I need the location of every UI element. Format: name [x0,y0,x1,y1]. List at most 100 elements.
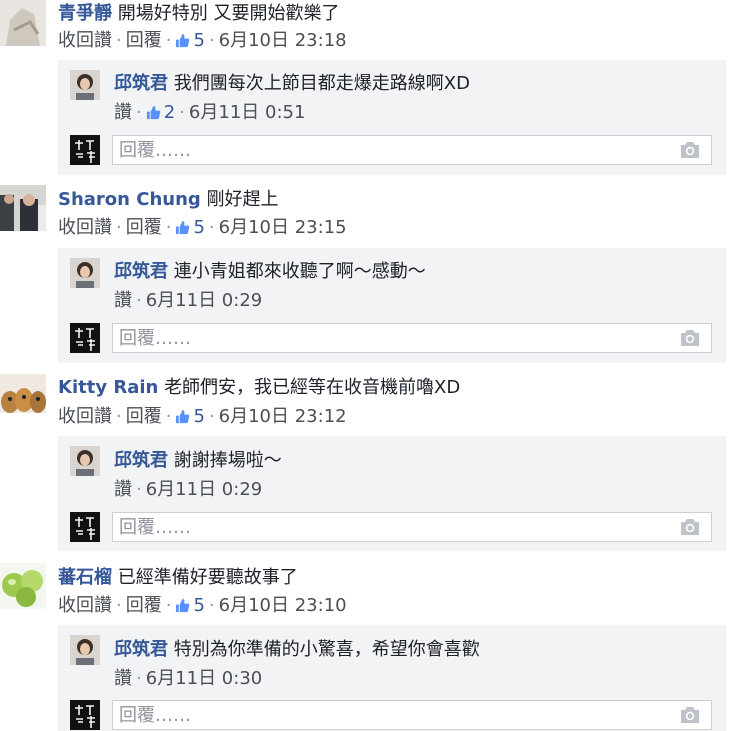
reply-author-avatar[interactable] [70,70,100,100]
comment-text: 開場好特別 又要開始歡樂了 [117,3,340,24]
reply-link[interactable]: 回覆 [126,217,162,238]
comment-text: 剛好趕上 [206,189,279,210]
timestamp[interactable]: 6月10日 23:10 [219,595,347,616]
page-logo-avatar [70,323,100,353]
page-logo-avatar [70,512,100,542]
commenter-avatar[interactable] [0,0,46,46]
reply-input[interactable]: 回覆…… [112,135,712,165]
page-logo-avatar [70,700,100,730]
separator: · [165,595,172,616]
unlike-link[interactable]: 收回讚 [58,406,112,427]
camera-icon[interactable] [679,518,701,536]
separator: · [179,102,185,123]
comment-author[interactable]: Kitty Rain [58,377,158,398]
camera-icon[interactable] [679,329,701,347]
separator: · [116,406,122,427]
like-link[interactable]: 讚 [114,668,132,689]
like-link[interactable]: 讚 [114,102,132,123]
commenter-avatar[interactable] [0,185,46,231]
reply-text: 我們團每次上節目都走爆走路線啊XD [173,73,470,94]
timestamp[interactable]: 6月10日 23:12 [219,406,347,427]
reply-link[interactable]: 回覆 [126,30,162,51]
thumbs-up-icon [146,105,161,120]
page-logo-avatar [70,135,100,165]
comment-author[interactable]: 青爭靜 [58,3,112,24]
separator: · [136,290,142,311]
reply-author[interactable]: 邱筑君 [114,450,168,471]
reply-author[interactable]: 邱筑君 [114,261,168,282]
separator: · [165,406,172,427]
comment: Kitty Rain 老師們安，我已經等在收音機前嚕XD 收回讚 · 回覆 · 5 · 6月… [0,374,729,562]
like-link[interactable]: 讚 [114,290,132,311]
reply-author-avatar[interactable] [70,446,100,476]
separator: · [116,30,122,51]
camera-icon[interactable] [679,706,701,724]
like-count[interactable]: 5 [175,217,205,238]
thumbs-up-icon [176,409,190,424]
timestamp[interactable]: 6月11日 0:29 [146,479,263,500]
thumbs-up-icon [176,33,190,48]
reply-placeholder: 回覆…… [119,328,191,349]
reply-text: 謝謝捧場啦～ [173,450,282,471]
separator: · [136,102,142,123]
like-count-value: 5 [193,30,205,51]
separator: · [116,217,122,238]
comment-author[interactable]: Sharon Chung [58,189,201,210]
reply-placeholder: 回覆…… [119,705,191,726]
reply-author[interactable]: 邱筑君 [114,73,168,94]
separator: · [136,668,142,689]
like-count-value: 5 [193,406,205,427]
reply-author-avatar[interactable] [70,258,100,288]
separator: · [136,479,142,500]
commenter-avatar[interactable] [0,374,46,420]
separator: · [116,595,122,616]
reply-input[interactable]: 回覆…… [112,323,712,353]
reply-text: 特別為你準備的小驚喜，希望你會喜歡 [173,639,480,660]
timestamp[interactable]: 6月11日 0:51 [189,102,306,123]
reply-thread: 邱筑君 我們團每次上節目都走爆走路線啊XD 讚 · 2 · 6月11日 0:51 回覆…… [58,60,726,175]
reply-input[interactable]: 回覆…… [112,700,712,730]
like-count-value: 5 [193,595,205,616]
reply-input[interactable]: 回覆…… [112,512,712,542]
reply-thread: 邱筑君 謝謝捧場啦～ 讚 · 6月11日 0:29 回覆…… [58,436,726,551]
like-count-value: 5 [193,217,205,238]
separator: · [208,30,215,51]
unlike-link[interactable]: 收回讚 [58,217,112,238]
like-count[interactable]: 5 [175,406,205,427]
reply-placeholder: 回覆…… [119,140,191,161]
like-count[interactable]: 5 [175,595,205,616]
timestamp[interactable]: 6月10日 23:18 [219,30,347,51]
like-count-value: 2 [163,102,176,123]
comment-author[interactable]: 蕃石榴 [58,567,112,588]
thumbs-up-icon [176,598,190,613]
reply-text: 連小青姐都來收聽了啊～感動～ [173,261,426,282]
reply-link[interactable]: 回覆 [126,406,162,427]
like-count[interactable]: 5 [175,30,205,51]
timestamp[interactable]: 6月10日 23:15 [219,217,347,238]
like-count[interactable]: 2 [146,102,175,123]
comment: 蕃石榴 已經準備好要聽故事了 收回讚 · 回覆 · 5 · 6月10日 23:10 邱筑君 … [0,563,729,731]
commenter-avatar[interactable] [0,563,46,609]
comment: Sharon Chung 剛好趕上 收回讚 · 回覆 · 5 · 6月10日 23:15 邱… [0,185,729,373]
thumbs-up-icon [176,220,190,235]
like-link[interactable]: 讚 [114,479,132,500]
comment: 青爭靜 開場好特別 又要開始歡樂了 收回讚 · 回覆 · 5 · 6月10日 23:18 邱… [0,0,729,185]
comment-text: 已經準備好要聽故事了 [117,567,298,588]
reply-link[interactable]: 回覆 [126,595,162,616]
separator: · [208,406,215,427]
reply-placeholder: 回覆…… [119,517,191,538]
comment-text: 老師們安，我已經等在收音機前嚕XD [164,377,461,398]
separator: · [208,595,215,616]
unlike-link[interactable]: 收回讚 [58,30,112,51]
reply-thread: 邱筑君 特別為你準備的小驚喜，希望你會喜歡 讚 · 6月11日 0:30 回覆…… [58,625,726,731]
reply-author-avatar[interactable] [70,635,100,665]
separator: · [165,217,172,238]
camera-icon[interactable] [679,141,701,159]
unlike-link[interactable]: 收回讚 [58,595,112,616]
reply-thread: 邱筑君 連小青姐都來收聽了啊～感動～ 讚 · 6月11日 0:29 回覆…… [58,248,726,363]
reply-author[interactable]: 邱筑君 [114,639,168,660]
timestamp[interactable]: 6月11日 0:30 [146,668,263,689]
timestamp[interactable]: 6月11日 0:29 [146,290,263,311]
separator: · [165,30,172,51]
separator: · [208,217,215,238]
